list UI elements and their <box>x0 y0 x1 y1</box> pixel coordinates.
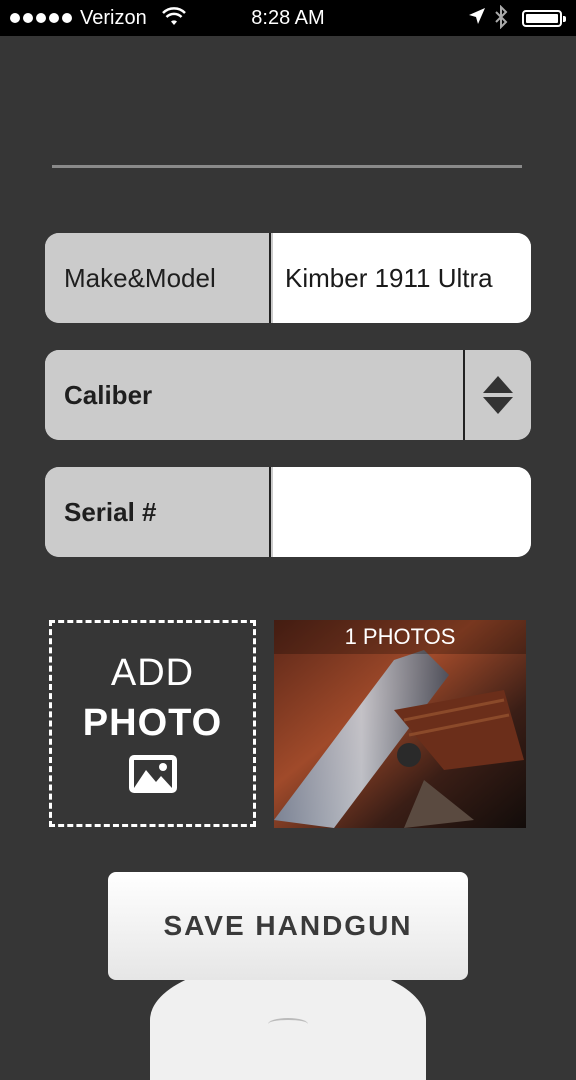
image-icon <box>128 748 178 799</box>
photo-thumbnail[interactable]: 1 PHOTOS <box>274 620 526 828</box>
serial-field: Serial # <box>45 467 531 557</box>
make-model-label: Make&Model <box>45 233 271 323</box>
add-photo-label-line1: ADD <box>110 652 195 694</box>
add-photo-button[interactable]: ADD PHOTO <box>49 620 256 827</box>
header-divider <box>52 165 522 168</box>
location-arrow-icon <box>468 7 486 31</box>
make-model-input[interactable]: Kimber 1911 Ultra <box>273 233 531 323</box>
save-handgun-button[interactable]: SAVE HANDGUN <box>108 872 468 980</box>
caliber-label: Caliber <box>45 350 531 440</box>
caliber-select[interactable]: Caliber <box>45 350 531 440</box>
bluetooth-icon <box>494 4 508 35</box>
add-photo-label-line2: PHOTO <box>82 702 223 744</box>
photo-count-label: 1 PHOTOS <box>274 620 526 654</box>
make-model-field: Make&Model Kimber 1911 Ultra <box>45 233 531 323</box>
status-bar: Verizon 8:28 AM <box>0 0 576 36</box>
clock: 8:28 AM <box>251 7 325 29</box>
serial-label: Serial # <box>45 467 271 557</box>
sort-arrows-icon[interactable] <box>463 350 531 440</box>
battery-icon <box>522 10 566 27</box>
serial-input[interactable] <box>273 467 531 557</box>
